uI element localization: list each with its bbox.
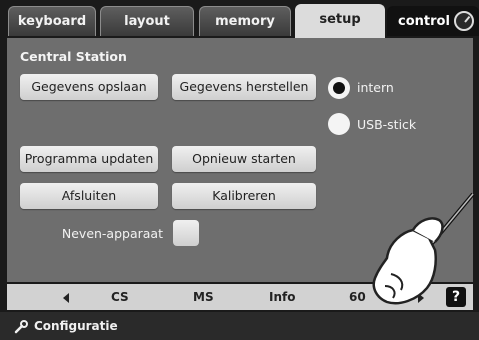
section-title: Central Station — [20, 49, 127, 64]
shutdown-button[interactable]: Afsluiten — [20, 183, 158, 209]
storage-intern-radio[interactable] — [328, 77, 350, 99]
nav-item-cs[interactable]: CS — [111, 284, 129, 310]
update-program-button[interactable]: Programma updaten — [20, 146, 158, 172]
wrench-icon — [14, 320, 28, 334]
save-data-button[interactable]: Gegevens opslaan — [20, 74, 158, 100]
clock-icon — [454, 11, 474, 31]
nav-item-info[interactable]: Info — [269, 284, 295, 310]
tab-bar: keyboard layout memory setup control — [0, 0, 479, 40]
hand-stylus-icon — [372, 192, 475, 305]
restart-button[interactable]: Opnieuw starten — [172, 146, 316, 172]
nav-item-60[interactable]: 60 — [349, 284, 366, 310]
tab-control-label: control — [398, 14, 450, 29]
tab-keyboard[interactable]: keyboard — [8, 6, 96, 36]
storage-usb-radio[interactable] — [328, 113, 350, 135]
storage-usb-label: USB-stick — [357, 117, 417, 132]
calibrate-button[interactable]: Kalibreren — [172, 183, 316, 209]
tab-setup[interactable]: setup — [295, 4, 385, 38]
tab-memory[interactable]: memory — [199, 6, 291, 36]
tab-layout[interactable]: layout — [100, 6, 194, 36]
tab-control[interactable]: control — [387, 6, 479, 36]
prev-page-arrow-icon[interactable] — [63, 293, 69, 303]
storage-intern-label: intern — [357, 80, 394, 95]
restore-data-button[interactable]: Gegevens herstellen — [172, 74, 316, 100]
nav-item-ms[interactable]: MS — [193, 284, 214, 310]
secondary-device-label: Neven-apparaat — [61, 226, 163, 241]
footer-title: Configuratie — [34, 319, 118, 333]
secondary-device-checkbox[interactable] — [173, 220, 199, 246]
